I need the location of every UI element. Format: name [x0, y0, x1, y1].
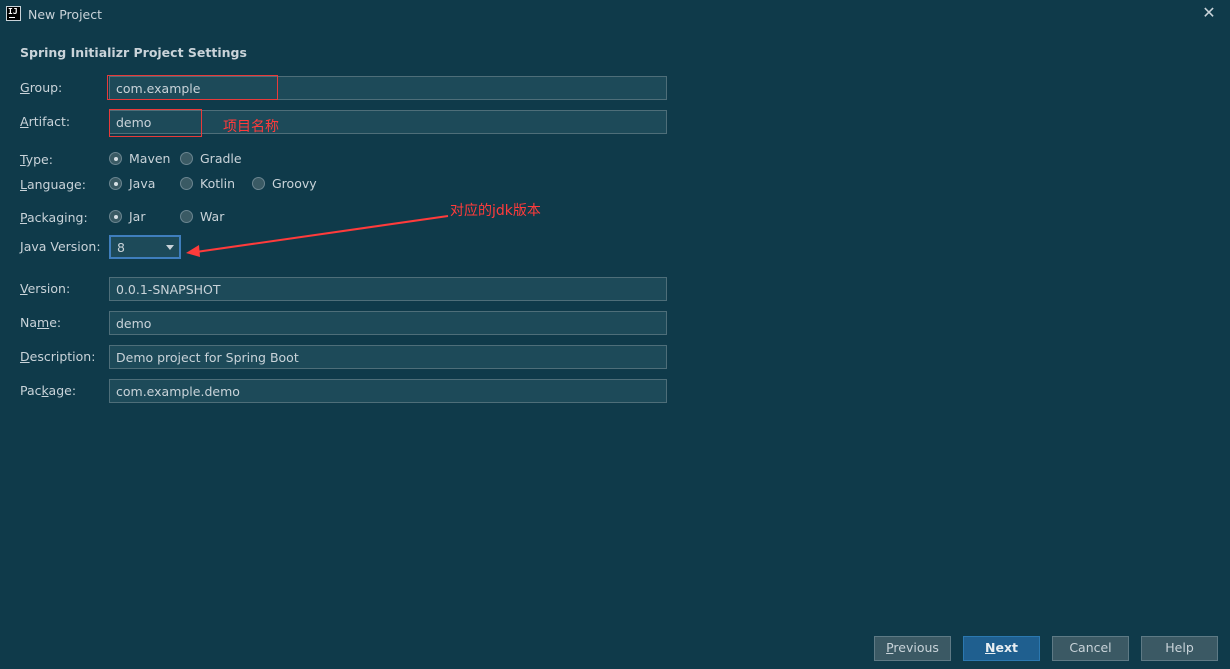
name-field[interactable]: demo	[109, 311, 667, 335]
cancel-button[interactable]: Cancel	[1052, 636, 1129, 661]
description-field[interactable]: Demo project for Spring Boot	[109, 345, 667, 369]
version-label: Version:	[20, 281, 71, 296]
arrow-head	[186, 245, 200, 257]
version-field[interactable]: 0.0.1-SNAPSHOT	[109, 277, 667, 301]
previous-button[interactable]: Previous	[874, 636, 951, 661]
name-label: Name:	[20, 315, 62, 330]
package-field[interactable]: com.example.demo	[109, 379, 667, 403]
description-label: Description:	[20, 349, 96, 364]
next-button[interactable]: Next	[963, 636, 1040, 661]
help-button[interactable]: Help	[1141, 636, 1218, 661]
package-label: Package:	[20, 383, 77, 398]
arrow-line	[195, 215, 449, 253]
